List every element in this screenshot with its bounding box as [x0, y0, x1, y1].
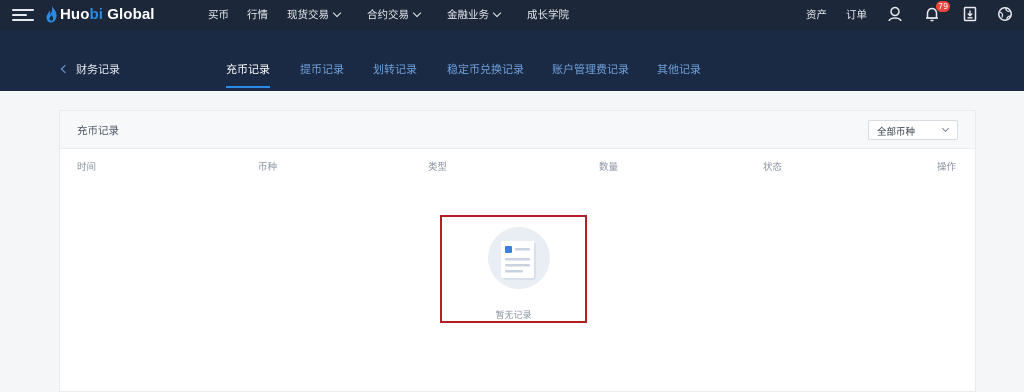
logo-text: Huobi Global	[60, 5, 155, 23]
column-header-action: 操作	[937, 162, 957, 173]
chevron-down-icon	[332, 8, 342, 18]
globe-icon[interactable]	[997, 5, 1013, 23]
chevron-down-icon	[492, 8, 502, 18]
records-subnav	[0, 30, 1024, 91]
flame-icon	[46, 5, 57, 22]
chevron-down-icon	[412, 8, 422, 18]
currency-filter-value: 全部币种	[877, 127, 916, 138]
records-card: 充币记录 全部币种 时间 币种 类型 数量 状态 操作 暂无记录	[59, 110, 976, 392]
huobi-logo[interactable]: Huobi Global	[46, 4, 155, 24]
nav-finance[interactable]: 金融业务	[447, 6, 502, 24]
nav-orders[interactable]: 订单	[846, 6, 867, 24]
chevron-left-icon	[60, 64, 70, 74]
empty-state-text: 暂无记录	[495, 311, 532, 321]
nav-assets[interactable]: 资产	[806, 6, 827, 24]
column-header-type: 类型	[428, 162, 448, 173]
nav-markets[interactable]: 行情	[247, 6, 268, 24]
top-navbar: Huobi Global 买币 行情 现货交易 合约交易 金融业务 成长学院 资…	[0, 0, 1024, 30]
column-header-time: 时间	[77, 162, 97, 173]
download-icon[interactable]	[962, 5, 978, 23]
tab-withdraw-records[interactable]: 提币记录	[300, 62, 344, 78]
column-header-amount: 数量	[599, 162, 619, 173]
menu-icon[interactable]	[12, 9, 34, 21]
card-header: 充币记录 全部币种	[60, 111, 975, 149]
back-label: 财务记录	[76, 63, 120, 76]
active-tab-indicator	[226, 86, 270, 88]
notification-badge: 79	[936, 1, 951, 12]
nav-academy[interactable]: 成长学院	[527, 6, 569, 24]
tab-stablecoin-exchange-records[interactable]: 稳定币兑换记录	[447, 62, 524, 78]
tab-other-records[interactable]: 其他记录	[657, 62, 701, 78]
nav-spot-trading[interactable]: 现货交易	[287, 6, 342, 24]
column-header-status: 状态	[763, 162, 783, 173]
empty-state-highlight: 暂无记录	[440, 215, 587, 323]
empty-document-icon	[488, 227, 550, 289]
currency-filter-select[interactable]: 全部币种	[868, 120, 958, 140]
tab-account-fee-records[interactable]: 账户管理费记录	[552, 62, 629, 78]
chevron-down-icon	[941, 124, 950, 133]
column-header-currency: 币种	[258, 162, 278, 173]
tab-deposit-records[interactable]: 充币记录	[226, 62, 270, 78]
back-button[interactable]: 财务记录	[60, 62, 120, 78]
card-title: 充币记录	[77, 125, 119, 137]
user-icon[interactable]	[887, 5, 903, 23]
nav-buy-crypto[interactable]: 买币	[208, 6, 229, 24]
tab-transfer-records[interactable]: 划转记录	[373, 62, 417, 78]
nav-contract-trading[interactable]: 合约交易	[367, 6, 422, 24]
